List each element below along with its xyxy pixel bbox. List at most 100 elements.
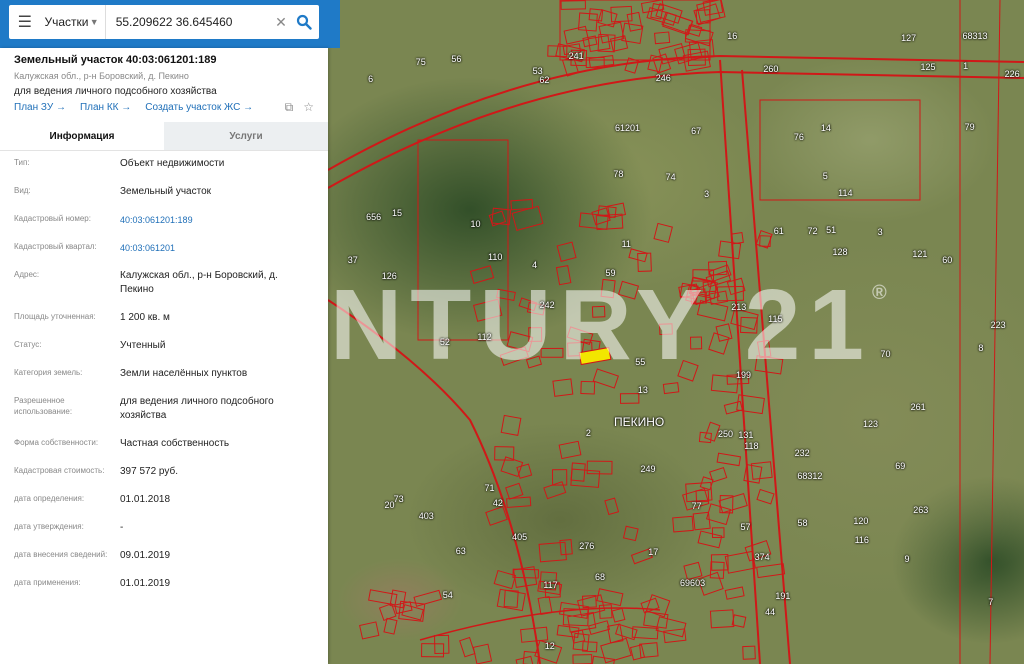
chevron-down-icon: ▼ xyxy=(89,17,99,27)
parcel-number-label: 223 xyxy=(990,320,1006,331)
parcel-number-label: 56 xyxy=(451,54,462,65)
parcel xyxy=(750,461,773,480)
parcel-number-label: 55 xyxy=(635,356,646,367)
attribute-value: Земельный участок xyxy=(120,186,212,197)
parcel-13 xyxy=(759,99,921,201)
attribute-label: дата определения: xyxy=(14,494,85,503)
parcel-number-label: 110 xyxy=(488,251,503,262)
parcel-number-label: 70 xyxy=(880,348,891,359)
parcel-number-label: 242 xyxy=(539,300,555,311)
attribute-row: дата внесения сведений: 09.01.2019 xyxy=(0,542,328,570)
tab-services[interactable]: Услуги xyxy=(164,122,328,150)
attribute-value: 09.01.2019 xyxy=(120,550,171,561)
parcel-number-label: 60 xyxy=(942,254,953,265)
parcel xyxy=(702,0,724,16)
parcel xyxy=(653,222,673,243)
attribute-label: Форма собственности: xyxy=(14,438,99,447)
link-plan-kk[interactable]: План КК → xyxy=(80,102,131,113)
attribute-row: Кадастровая стоимость: 397 572 руб. xyxy=(0,458,328,486)
parcel xyxy=(607,202,627,219)
search-icon[interactable] xyxy=(289,5,319,39)
parcel-number-label: 61 xyxy=(773,225,784,236)
search-box: ☰ Участки ▼ ✕ xyxy=(9,5,319,39)
parcel-number-label: 12 xyxy=(544,640,555,651)
parcel xyxy=(621,22,644,44)
parcel xyxy=(570,468,601,488)
parcel xyxy=(598,21,625,44)
search-input[interactable] xyxy=(105,6,273,38)
parcel xyxy=(421,643,445,658)
parcel-number-label: 131 xyxy=(738,429,754,440)
parcel-number-label: 69 xyxy=(895,460,906,471)
parcel-number-label: 61201 xyxy=(614,122,640,133)
parcel xyxy=(511,205,544,232)
parcel-number-label: 2 xyxy=(585,428,591,439)
attribute-label: дата утверждения: xyxy=(14,522,84,531)
parcel xyxy=(543,481,567,500)
object-type-select[interactable]: Участки ▼ xyxy=(40,5,106,39)
attribute-value: 1 200 кв. м xyxy=(120,312,170,323)
parcel xyxy=(655,616,687,638)
attribute-value: Калужская обл., р-н Боровский, д. Пекино xyxy=(120,270,278,295)
link-plan-zu[interactable]: План ЗУ → xyxy=(14,102,66,113)
parcel xyxy=(560,0,586,10)
menu-icon[interactable]: ☰ xyxy=(9,5,40,39)
parcel-number-label: 374 xyxy=(754,551,770,562)
parcel-number-label: 54 xyxy=(442,589,453,600)
parcel-number-label: 37 xyxy=(347,255,358,266)
parcel-number-label: 51 xyxy=(826,225,837,236)
attribute-row: дата утверждения: - xyxy=(0,514,328,542)
attribute-value: Учтенный xyxy=(120,340,166,351)
parcel xyxy=(434,634,450,655)
attribute-row: Статус: Учтенный xyxy=(0,332,328,360)
attribute-value: Частная собственность xyxy=(120,438,230,449)
parcel-number-label: 16 xyxy=(727,31,738,42)
parcel-number-label: 7 xyxy=(988,596,994,607)
parcel xyxy=(516,463,533,479)
parcel-number-label: 213 xyxy=(731,302,747,313)
parcel-number-label: 53 xyxy=(532,65,543,76)
parcel xyxy=(724,550,756,574)
parcel-number-label: 125 xyxy=(920,62,936,73)
parcel-number-label: 250 xyxy=(718,429,734,440)
parcel-number-label: 59 xyxy=(605,267,616,278)
parcel-number-label: 232 xyxy=(794,447,810,458)
parcel xyxy=(505,482,524,500)
parcel xyxy=(622,525,639,542)
parcel-number-label: 115 xyxy=(768,313,783,324)
parcel xyxy=(672,515,694,533)
attribute-row: Тип: Объект недвижимости xyxy=(0,150,328,178)
parcel xyxy=(598,604,613,619)
attribute-value[interactable]: 40:03:061201 xyxy=(120,241,175,255)
attribute-row: дата определения: 01.01.2018 xyxy=(0,486,328,514)
attribute-label: Вид: xyxy=(14,186,31,195)
parcel xyxy=(652,53,672,74)
parcel xyxy=(556,241,577,262)
village-label: ПЕКИНО xyxy=(614,415,665,429)
star-icon[interactable]: ☆ xyxy=(303,100,314,115)
parcel-number-label: 8 xyxy=(978,342,984,353)
attribute-value[interactable]: 40:03:061201:189 xyxy=(120,213,193,227)
parcel-number-label: 5 xyxy=(822,171,828,182)
parcel xyxy=(472,643,493,664)
attribute-label: Статус: xyxy=(14,340,42,349)
parcel xyxy=(716,452,742,467)
parcel-number-label: 73 xyxy=(393,494,404,505)
parcel xyxy=(723,400,743,415)
parcel-number-label: 3 xyxy=(704,189,710,200)
parcel-number-label: 74 xyxy=(665,172,676,183)
parcel xyxy=(609,35,629,52)
parcel-number-label: 69603 xyxy=(680,577,706,588)
parcel-number-label: 120 xyxy=(853,516,869,527)
parcel xyxy=(693,3,721,26)
attribute-row: Кадастровый квартал: 40:03:061201 xyxy=(0,234,328,262)
parcel-number-label: 656 xyxy=(366,211,382,222)
road-boundary xyxy=(419,607,661,641)
link-create-parcel[interactable]: Создать участок ЖС → xyxy=(145,102,253,113)
close-icon[interactable]: ✕ xyxy=(273,14,290,31)
tab-information[interactable]: Информация xyxy=(0,122,164,150)
export-icon[interactable]: ⧉ xyxy=(285,100,294,115)
parcel-number-label: 249 xyxy=(640,463,656,474)
parcel-number-label: 405 xyxy=(512,531,528,542)
attribute-row: Вид: Земельный участок xyxy=(0,178,328,206)
